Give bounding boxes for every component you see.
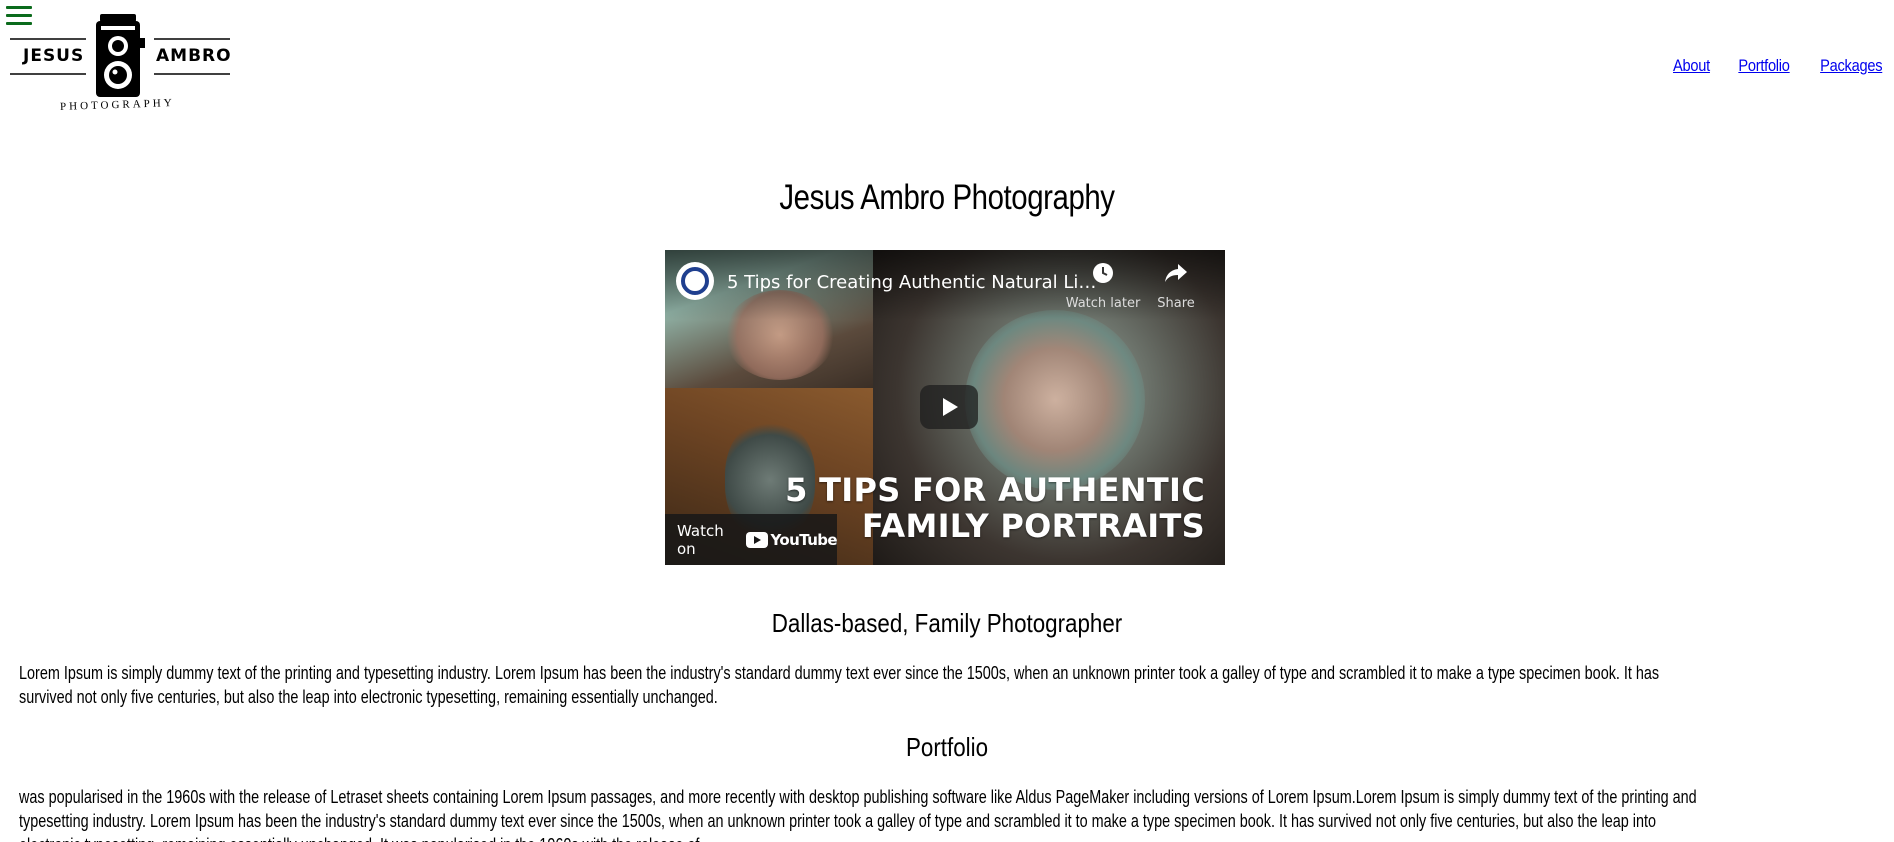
portfolio-text: was popularised in the 1960s with the re… (19, 787, 1697, 842)
about-text: Lorem Ipsum is simply dummy text of the … (19, 663, 1660, 707)
youtube-video-embed[interactable]: 5 Tips for Creating Authentic Natural Li… (665, 250, 1225, 565)
watch-later-button[interactable]: Watch later (1065, 262, 1141, 311)
youtube-wordmark: YouTube (770, 530, 838, 549)
share-label: Share (1157, 296, 1195, 311)
nav-link-about[interactable]: About (1673, 56, 1710, 76)
thumbnail-figure (965, 310, 1145, 490)
video-thumbnail-caption: 5 TIPS FOR AUTHENTIC FAMILY PORTRAITS (785, 472, 1205, 544)
youtube-logo: YouTube (745, 530, 838, 549)
video-title[interactable]: 5 Tips for Creating Authentic Natural Li… (727, 272, 1096, 293)
watch-on-youtube-button[interactable]: Watch on YouTube (665, 514, 838, 565)
share-arrow-icon (1149, 262, 1203, 290)
channel-avatar[interactable] (676, 262, 714, 300)
portfolio-heading: Portfolio (905, 732, 989, 762)
watch-later-label: Watch later (1065, 296, 1141, 311)
share-button[interactable]: Share (1149, 262, 1203, 311)
youtube-play-icon (745, 531, 768, 548)
play-icon (943, 398, 958, 416)
page: JESUS AMBRO PHOTOGRAPHY About Portfolio … (0, 0, 1894, 842)
nav-link-packages[interactable]: Packages (1820, 56, 1882, 76)
caption-line-2: FAMILY PORTRAITS (861, 507, 1205, 545)
page-title: Jesus Ambro Photography (779, 178, 1115, 217)
watch-on-label: Watch on (677, 521, 724, 558)
site-logo[interactable]: JESUS AMBRO PHOTOGRAPHY (8, 12, 232, 120)
top-nav: About Portfolio Packages (1667, 56, 1882, 76)
clock-icon (1065, 262, 1141, 290)
logo-name-right: AMBRO (156, 46, 232, 66)
caption-line-1: 5 TIPS FOR AUTHENTIC (785, 471, 1205, 509)
about-heading: Dallas-based, Family Photographer (771, 608, 1123, 638)
channel-logo-icon (681, 267, 709, 295)
logo-name-left: JESUS (23, 46, 85, 66)
nav-link-portfolio[interactable]: Portfolio (1738, 56, 1790, 76)
play-button[interactable] (920, 385, 978, 429)
